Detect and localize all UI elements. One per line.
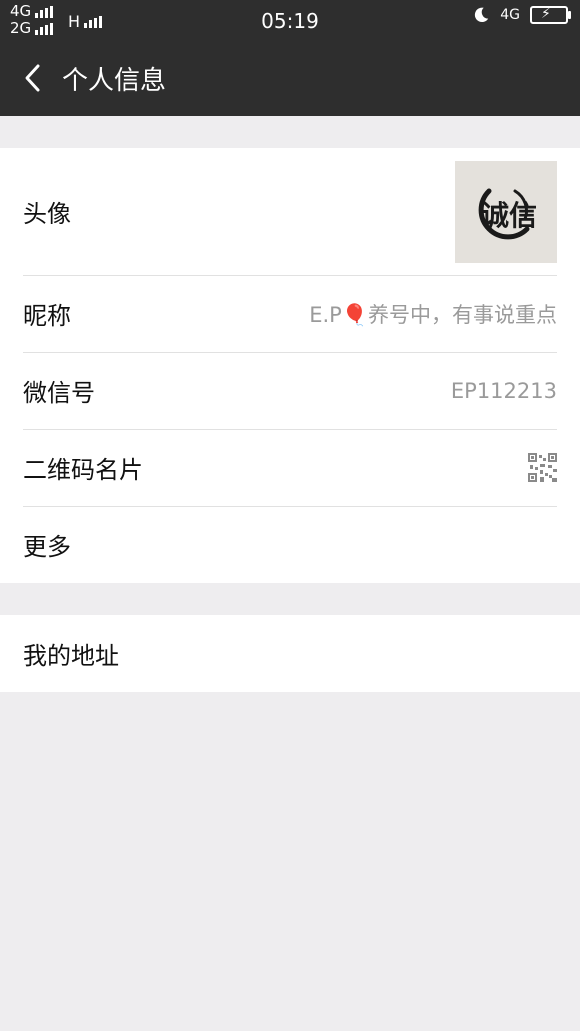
- qr-code-label: 二维码名片: [23, 456, 143, 484]
- address-label: 我的地址: [23, 642, 119, 670]
- nickname-value: E.P🎈养号中，有事说重点: [309, 302, 557, 327]
- avatar-logo-text: 诚信: [481, 199, 537, 232]
- more-label: 更多: [23, 533, 71, 561]
- battery-charging-icon: ⚡: [530, 6, 571, 24]
- nickname-row[interactable]: 昵称 E.P🎈养号中，有事说重点: [0, 275, 580, 352]
- avatar[interactable]: 诚信: [455, 160, 557, 263]
- profile-group: 头像 诚信 昵称 E.P🎈养号中，有事说重点 微信号 EP112213 二维码名…: [0, 148, 580, 583]
- wechat-id-row[interactable]: 微信号 EP112213: [0, 352, 580, 429]
- wechat-id-label: 微信号: [23, 379, 95, 407]
- nickname-label: 昵称: [23, 302, 71, 330]
- address-row[interactable]: 我的地址: [0, 615, 580, 692]
- status-bar: 4G 2G H 05:19 4G ⚡: [0, 0, 580, 40]
- qr-code-row[interactable]: 二维码名片: [0, 429, 580, 506]
- wechat-id-value: EP112213: [450, 378, 557, 403]
- avatar-image: 诚信: [455, 160, 557, 263]
- page-title: 个人信息: [62, 65, 167, 96]
- qr-code-icon: [528, 453, 557, 482]
- moon-icon: [475, 7, 489, 23]
- address-group: 我的地址: [0, 615, 580, 692]
- status-right-icons: 4G ⚡: [472, 6, 571, 24]
- nav-bar: 个人信息: [0, 40, 580, 116]
- avatar-row[interactable]: 头像 诚信: [0, 148, 580, 275]
- avatar-label: 头像: [23, 200, 71, 228]
- more-row[interactable]: 更多: [0, 506, 580, 583]
- wifi-network-label: 4G: [500, 7, 520, 23]
- chevron-left-icon[interactable]: [22, 63, 44, 93]
